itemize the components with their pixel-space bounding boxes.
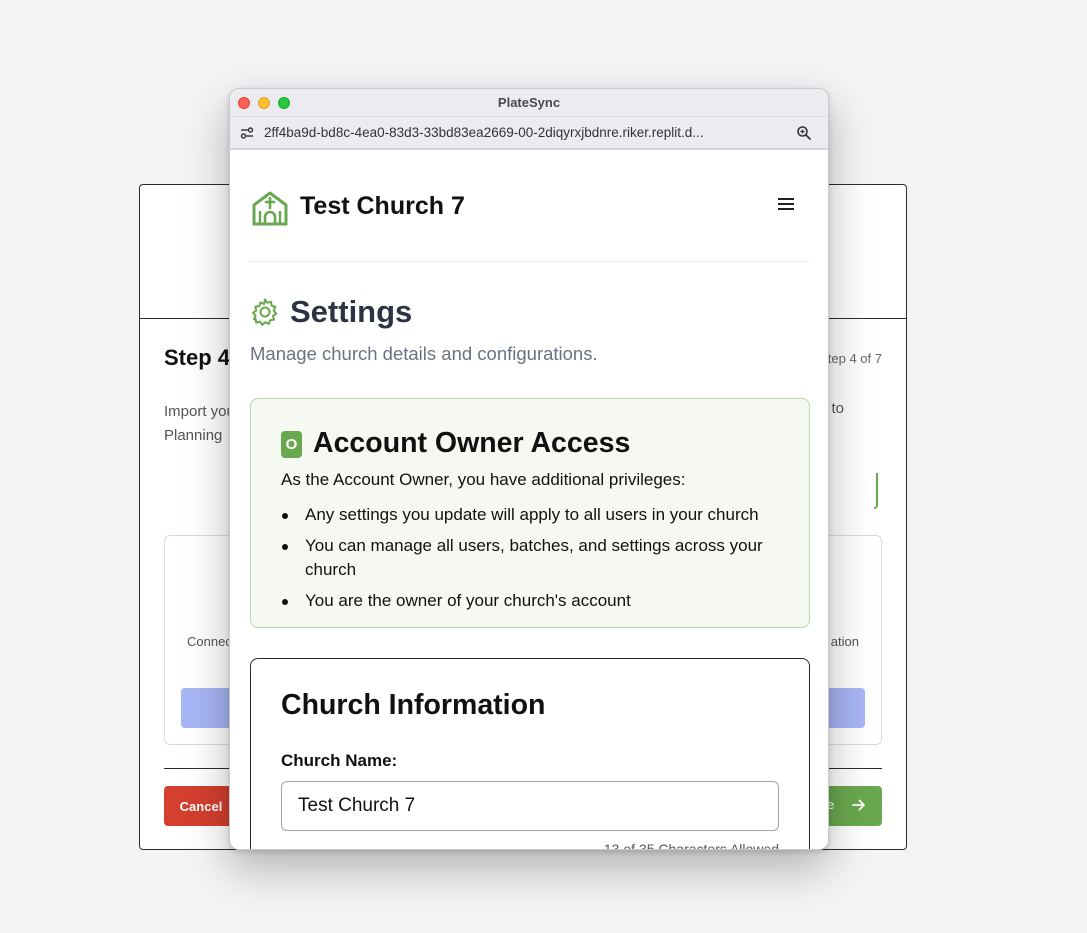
owner-access-title: Account Owner Access <box>313 427 631 459</box>
arrow-right-icon <box>852 798 866 815</box>
hamburger-menu-icon[interactable] <box>778 197 794 216</box>
church-information-card: Church Information Church Name: 13 of 35… <box>250 658 810 849</box>
list-item: You are the owner of your church's accou… <box>281 589 781 614</box>
list-item: Any settings you update will apply to al… <box>281 503 781 528</box>
list-item: You can manage all users, batches, and s… <box>281 534 781 583</box>
wizard-step-title: Step 4 <box>164 345 231 370</box>
page-content: Test Church 7 Settings Manage church det… <box>230 150 828 849</box>
account-owner-access-panel: O Account Owner Access As the Account Ow… <box>250 398 810 628</box>
window-title: PlateSync <box>497 95 561 110</box>
owner-privileges-list: Any settings you update will apply to al… <box>281 503 781 619</box>
church-icon <box>250 188 290 233</box>
site-settings-icon[interactable] <box>230 126 264 140</box>
character-count: 13 of 35 Characters Allowed <box>603 841 779 849</box>
address-bar[interactable]: 2ff4ba9d-bd8c-4ea0-83d3-33bd83ea2669-00-… <box>230 117 828 150</box>
gear-icon <box>250 297 280 332</box>
wizard-cancel-button[interactable]: Cancel <box>164 786 238 826</box>
zoom-icon[interactable] <box>796 125 812 146</box>
owner-badge: O <box>281 431 302 458</box>
church-name-input[interactable] <box>281 781 779 831</box>
owner-access-lead: As the Account Owner, you have additiona… <box>281 470 686 489</box>
wizard-description-right: to <box>831 400 844 417</box>
page-title: Settings <box>290 294 413 329</box>
church-name-heading: Test Church 7 <box>300 192 465 220</box>
wizard-input-underline <box>874 473 878 509</box>
page-subtitle: Manage church details and configurations… <box>250 343 598 364</box>
church-name-label: Church Name: <box>281 751 398 770</box>
browser-window: PlateSync 2ff4ba9d-bd8c-4ea0-83d3-33bd83… <box>229 88 829 850</box>
url-text[interactable]: 2ff4ba9d-bd8c-4ea0-83d3-33bd83ea2669-00-… <box>264 125 784 140</box>
window-titlebar: PlateSync <box>230 89 828 117</box>
header-divider <box>250 261 810 262</box>
wizard-card-right-text: ation <box>830 634 859 649</box>
church-information-title: Church Information <box>281 689 546 721</box>
app-header: Test Church 7 <box>250 188 810 228</box>
